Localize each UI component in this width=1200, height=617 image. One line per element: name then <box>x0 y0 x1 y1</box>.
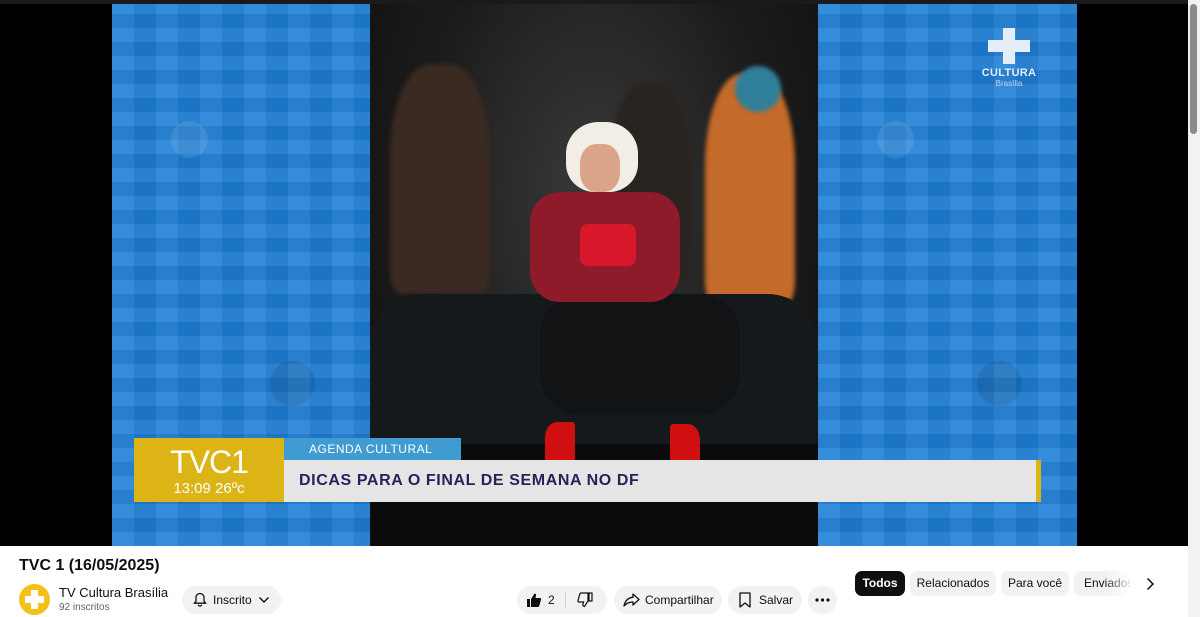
subscriber-count: 92 inscritos <box>59 602 110 613</box>
chips-next-button[interactable] <box>1137 571 1162 596</box>
program-brand: TVC1 <box>170 444 249 480</box>
scrollbar-thumb[interactable] <box>1190 4 1197 134</box>
section-tag: AGENDA CULTURAL <box>284 438 461 460</box>
program-brand-box: TVC1 13:09 26ºc <box>134 438 284 502</box>
performer-legs <box>540 294 740 414</box>
chevron-down-icon <box>259 597 269 603</box>
subscribe-button[interactable]: Inscrito <box>182 586 281 614</box>
channel-name[interactable]: TV Cultura Brasília <box>59 585 168 601</box>
watermark-subtext: Brasília <box>995 79 1023 88</box>
channel-avatar[interactable] <box>19 584 50 615</box>
save-label: Salvar <box>759 593 794 607</box>
bell-icon <box>193 592 207 607</box>
like-dislike-group: 2 <box>517 586 607 614</box>
watermark-text: CULTURA <box>981 67 1037 79</box>
save-button[interactable]: Salvar <box>728 586 802 614</box>
chips-fade <box>1104 571 1134 596</box>
headline-text: DICAS PARA O FINAL DE SEMANA NO DF <box>284 460 1036 502</box>
chip-todos[interactable]: Todos <box>855 571 905 596</box>
bookmark-icon <box>739 592 751 608</box>
share-icon <box>623 593 640 607</box>
chip-para-voce[interactable]: Para você <box>1001 571 1069 596</box>
like-separator <box>565 592 566 608</box>
like-count: 2 <box>548 593 555 607</box>
chevron-right-icon <box>1146 577 1155 591</box>
thumb-down-icon[interactable] <box>577 592 593 608</box>
more-icon <box>815 598 830 602</box>
thumb-up-icon[interactable] <box>526 592 542 608</box>
more-actions-button[interactable] <box>808 586 837 614</box>
background-performer-head <box>735 66 781 112</box>
channel-watermark-logo: CULTURA Brasília <box>981 28 1037 88</box>
chip-relacionados[interactable]: Relacionados <box>910 571 996 596</box>
video-player[interactable]: CULTURA Brasília TVC1 13:09 26ºc AGENDA … <box>0 0 1188 546</box>
cross-logo-icon <box>988 28 1030 64</box>
time-temperature: 13:09 26ºc <box>173 480 245 497</box>
share-button[interactable]: Compartilhar <box>614 586 722 614</box>
share-label: Compartilhar <box>645 593 714 607</box>
video-title: TVC 1 (16/05/2025) <box>19 557 160 574</box>
subscribe-label: Inscrito <box>213 593 252 607</box>
background-performer-left <box>390 64 490 294</box>
performer-top <box>580 224 636 266</box>
lower-third-graphic: TVC1 13:09 26ºc AGENDA CULTURAL DICAS PA… <box>134 438 1041 502</box>
performer-face <box>580 144 620 192</box>
headline-accent <box>1036 460 1041 502</box>
